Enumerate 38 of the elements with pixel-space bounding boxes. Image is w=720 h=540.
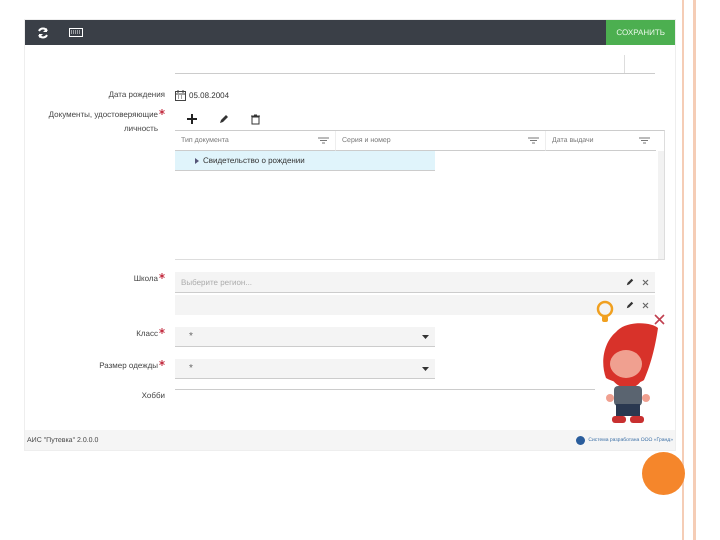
field-label: Класс: [136, 328, 158, 340]
close-icon[interactable]: [654, 314, 665, 325]
filter-icon[interactable]: [639, 137, 650, 144]
field-label: Размер одежды: [99, 360, 158, 372]
field-label: Школа: [134, 273, 158, 285]
caret-icon[interactable]: [422, 366, 429, 370]
pencil-icon[interactable]: [219, 114, 229, 124]
required-icon: [159, 360, 165, 366]
pencil-icon[interactable]: [626, 278, 634, 286]
keyboard-icon[interactable]: [69, 28, 83, 37]
required-icon: [159, 273, 165, 279]
pencil-icon[interactable]: [626, 301, 634, 309]
decorative-circle: [642, 452, 685, 495]
input-field[interactable]: [175, 55, 655, 74]
input-field[interactable]: [175, 295, 655, 315]
table-row[interactable]: Свидетельство о рождении: [175, 151, 435, 171]
select-field[interactable]: *: [175, 359, 435, 379]
trash-icon[interactable]: [251, 114, 260, 124]
placeholder-text: Выберите регион...: [181, 278, 252, 286]
save-button[interactable]: СОХРАНИТЬ: [606, 20, 675, 45]
field-label: Документы, удостоверяющие личность: [48, 109, 158, 135]
calendar-icon[interactable]: [175, 90, 186, 100]
scrollbar[interactable]: [658, 151, 664, 259]
caret-icon[interactable]: [422, 334, 429, 338]
logo-icon: [576, 436, 586, 444]
close-icon[interactable]: [642, 278, 649, 286]
table-cell: Свидетельство о рождении: [203, 156, 305, 165]
select-field[interactable]: *: [175, 327, 435, 347]
close-icon[interactable]: [642, 302, 649, 308]
add-icon[interactable]: [187, 114, 197, 124]
date-value: 05.08.2004: [189, 90, 230, 100]
refresh-icon[interactable]: [37, 26, 49, 38]
filter-icon[interactable]: [528, 137, 539, 144]
required-icon: [159, 328, 165, 334]
filter-icon[interactable]: [318, 137, 329, 144]
field-label: Хобби: [142, 390, 165, 402]
required-icon: [159, 109, 165, 115]
field-label: Дата рождения: [108, 89, 165, 101]
